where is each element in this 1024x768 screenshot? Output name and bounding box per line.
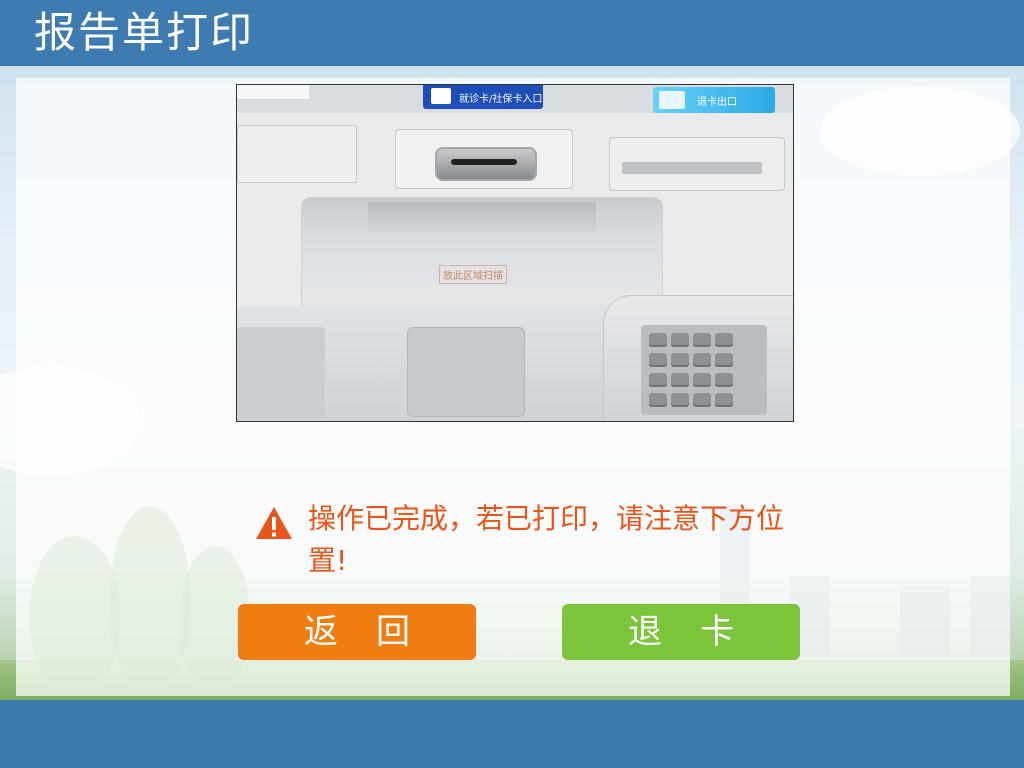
keypad-key — [715, 373, 733, 387]
status-message: 操作已完成，若已打印，请注意下方位置! — [308, 502, 785, 577]
keypad-key — [649, 373, 667, 387]
keypad-key — [649, 333, 667, 347]
keypad-key — [693, 333, 711, 347]
keypad-key — [715, 353, 733, 367]
back-button[interactable]: 返回 — [238, 604, 476, 660]
card-exit-label: 退卡出口 — [653, 87, 775, 113]
eject-card-button[interactable]: 退卡 — [562, 604, 800, 660]
keypad-key — [693, 373, 711, 387]
kiosk-left-label — [237, 85, 309, 99]
card-slot-opening — [451, 159, 517, 165]
kiosk-panel-right — [609, 137, 785, 191]
keypad-key — [693, 393, 711, 407]
print-output-tray — [301, 197, 663, 309]
keypad-key — [649, 353, 667, 367]
scan-area-label: 放此区域扫描 — [439, 265, 507, 284]
keypad-key — [671, 393, 689, 407]
eject-card-button-label: 退卡 — [628, 612, 772, 652]
keypad-key — [693, 353, 711, 367]
kiosk-photo: 就诊卡/社保卡入口 退卡出口 放此区域扫描 — [236, 84, 794, 422]
keypad-key — [715, 393, 733, 407]
keypad-key — [671, 353, 689, 367]
print-output-slot — [368, 202, 596, 232]
back-button-label: 返回 — [304, 612, 448, 652]
kiosk-panel-left — [237, 125, 357, 183]
scan-window — [407, 327, 525, 417]
warning-triangle-icon — [256, 507, 292, 539]
page-title: 报告单打印 — [34, 8, 255, 57]
card-exit-icon — [659, 91, 685, 109]
header-bar: 报告单打印 — [0, 0, 1024, 66]
card-slot-handle — [435, 147, 537, 181]
card-exit-slot — [622, 162, 762, 174]
footer-bar — [0, 700, 1024, 768]
keypad-key — [649, 393, 667, 407]
card-slot-label-text: 就诊卡/社保卡入口 — [459, 94, 543, 105]
card-exit-label-text: 退卡出口 — [697, 97, 737, 108]
card-slot-label: 就诊卡/社保卡入口 — [423, 85, 543, 109]
kiosk-pad-left — [237, 327, 325, 419]
card-icon — [431, 88, 451, 104]
keypad-key — [671, 333, 689, 347]
keypad-key — [715, 333, 733, 347]
keypad — [641, 325, 767, 415]
keypad-key — [671, 373, 689, 387]
